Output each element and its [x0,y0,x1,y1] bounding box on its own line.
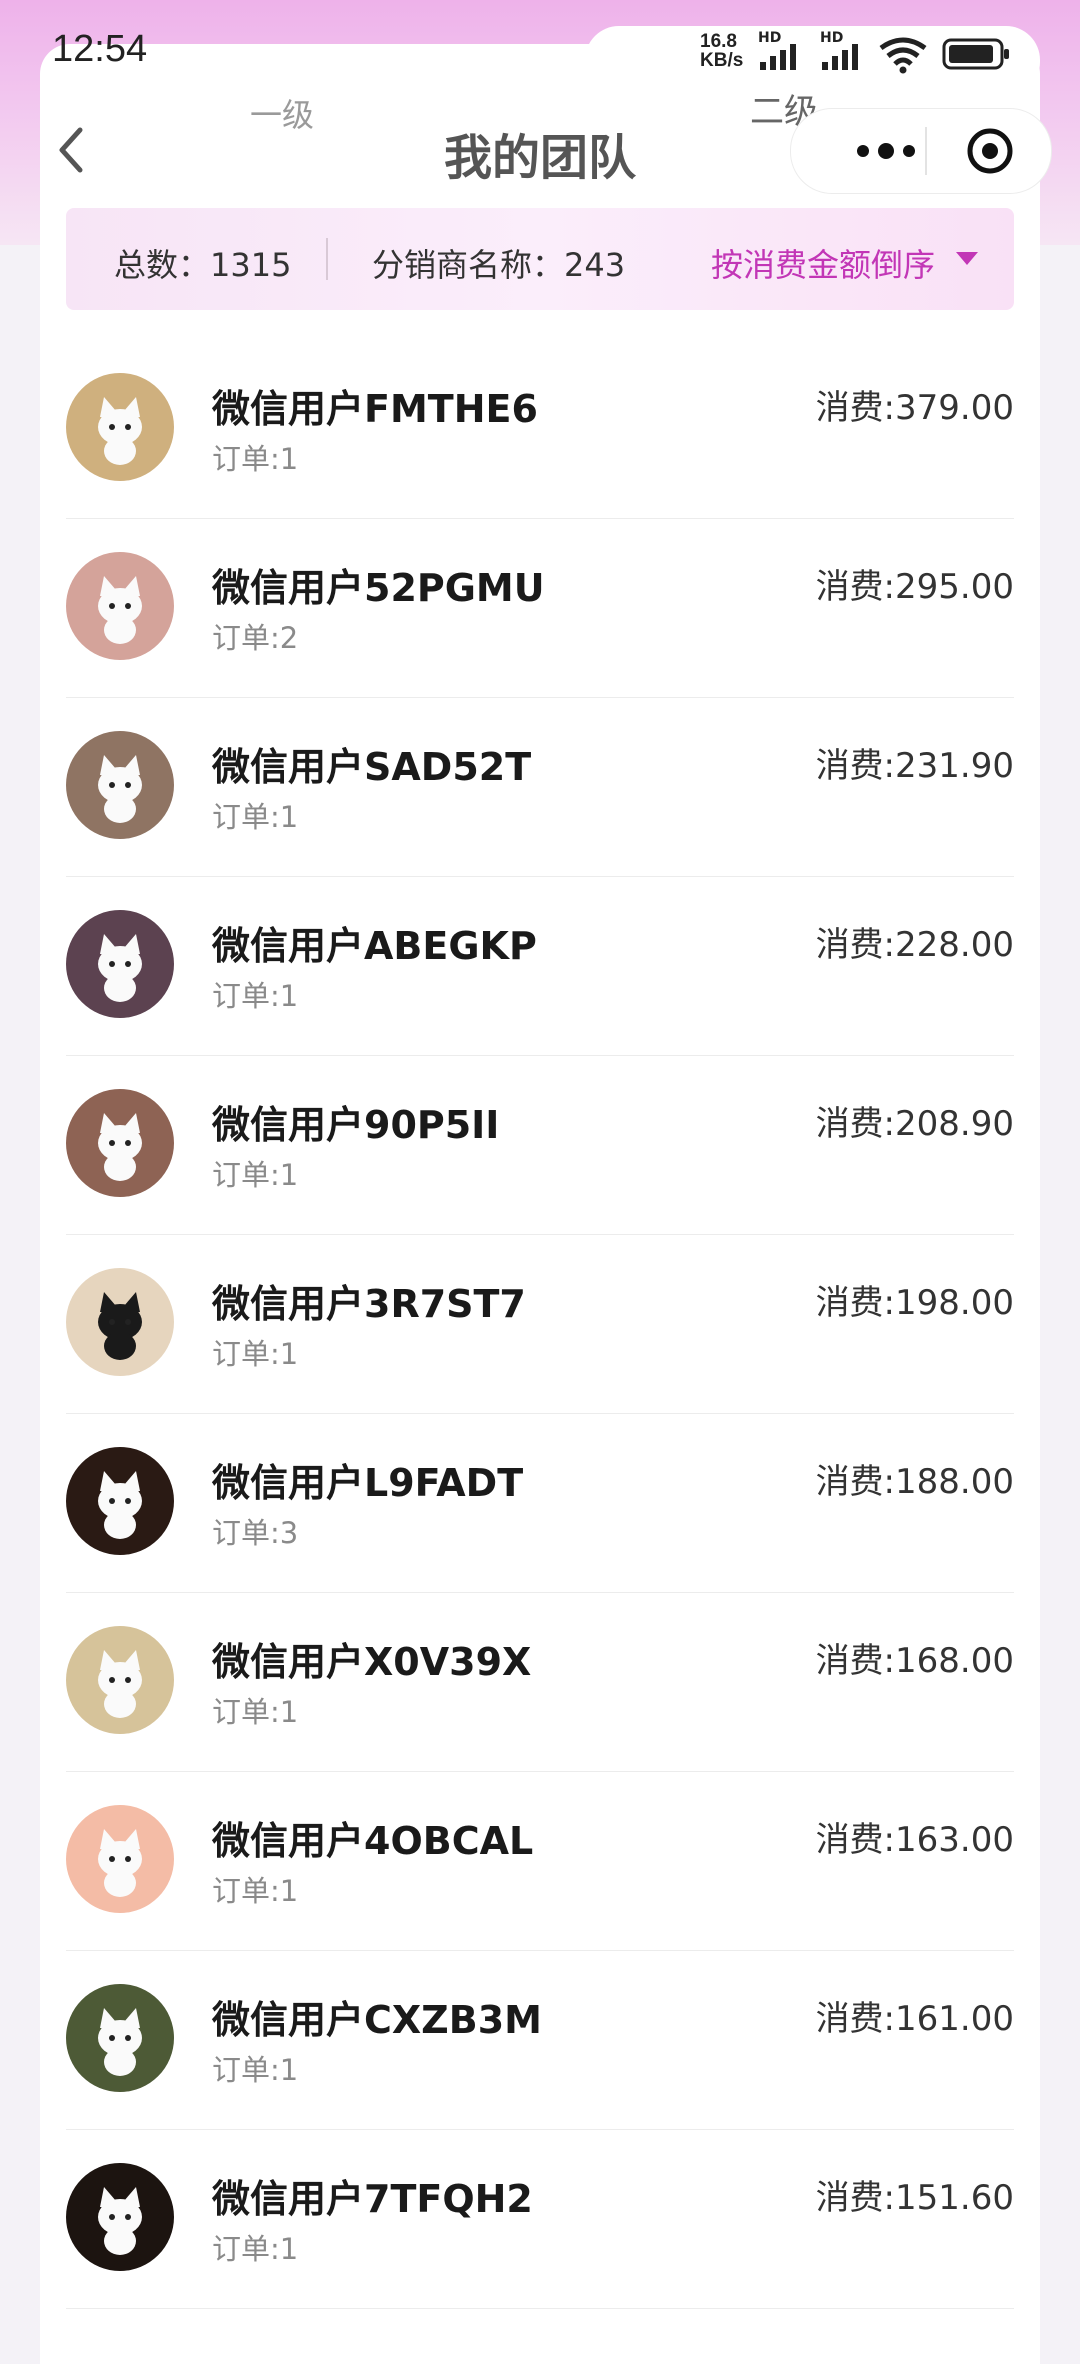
signal-icon [760,44,796,70]
laptop-cat-avatar [66,1805,174,1913]
member-name: 微信用户52PGMU [212,566,545,610]
member-spend-label: 消费: [815,925,896,965]
fox-avatar [66,2163,174,2271]
member-orders: 订单:1 [212,979,299,1013]
member-spend: 消费:198.00 [816,1275,1014,1324]
member-row[interactable]: 微信用户FMTHE6 订单:1 消费:379.00 [66,340,1014,519]
member-spend-label: 消费: [815,1999,896,2039]
network-speed: 16.8 KB/s [700,32,743,70]
member-row[interactable]: 微信用户90P5II 订单:1 消费:208.90 [66,1056,1014,1235]
koala-avatar [66,1626,174,1734]
summary-bar: 总数：1315 分销商名称：243 按消费金额倒序 [66,208,1014,310]
member-spend-value: 295.00 [895,567,1014,607]
member-row[interactable]: 微信用户4OBCAL 订单:1 消费:163.00 [66,1772,1014,1951]
member-spend-value: 161.00 [895,1999,1014,2039]
member-spend-value: 231.90 [895,746,1014,786]
member-orders: 订单:1 [212,442,299,476]
member-name: 微信用户SAD52T [212,745,532,789]
member-orders: 订单:1 [212,1695,299,1729]
member-spend-value: 198.00 [895,1283,1014,1323]
member-name: 微信用户3R7ST7 [212,1282,526,1326]
member-row[interactable]: 微信用户CXZB3M 订单:1 消费:161.00 [66,1951,1014,2130]
member-orders: 订单:1 [212,2232,299,2266]
sort-dropdown[interactable]: 按消费金额倒序 [711,240,935,286]
signal-icon [822,44,858,70]
member-spend-value: 151.60 [895,2178,1014,2218]
member-name: 微信用户90P5II [212,1103,500,1147]
member-spend-label: 消费: [815,1820,896,1860]
member-orders: 订单:1 [212,800,299,834]
member-name: 微信用户7TFQH2 [212,2177,533,2221]
member-name: 微信用户L9FADT [212,1461,524,1505]
member-row[interactable]: 微信用户ABEGKP 订单:1 消费:228.00 [66,877,1014,1056]
member-spend-label: 消费: [815,1462,896,1502]
blue-cat-avatar [66,731,174,839]
member-orders: 订单:3 [212,1516,299,1550]
distributor-count: 分销商名称：243 [372,246,626,284]
member-spend-value: 379.00 [895,388,1014,428]
member-spend-label: 消费: [815,567,896,607]
member-orders: 订单:1 [212,1874,299,1908]
member-spend: 消费:228.00 [816,917,1014,966]
battery-icon [942,38,1009,70]
network-speed-unit: KB/s [700,50,744,71]
member-spend: 消费:161.00 [816,1991,1014,2040]
capsule-divider [925,127,927,175]
member-spend-value: 163.00 [895,1820,1014,1860]
member-list: 微信用户FMTHE6 订单:1 消费:379.00 微信用户52PGMU 订单:2 消费:… [66,340,1014,2309]
member-row[interactable]: 微信用户SAD52T 订单:1 消费:231.90 [66,698,1014,877]
black-cat-avatar [66,1268,174,1376]
deer-forest-avatar [66,1984,174,2092]
member-name: 微信用户FMTHE6 [212,387,538,431]
member-spend-label: 消费: [815,1104,896,1144]
member-orders: 订单:1 [212,2053,299,2087]
member-spend: 消费:295.00 [816,559,1014,608]
member-spend: 消费:188.00 [816,1454,1014,1503]
member-spend-value: 228.00 [895,925,1014,965]
bowtie-cat-avatar [66,910,174,1018]
wifi-icon [879,37,927,74]
member-spend: 消费:231.90 [816,738,1014,787]
member-row[interactable]: 微信用户L9FADT 订单:3 消费:188.00 [66,1414,1014,1593]
member-spend-label: 消费: [815,388,896,428]
member-name: 微信用户X0V39X [212,1640,532,1684]
white-cat-avatar [66,373,174,481]
member-spend-value: 188.00 [895,1462,1014,1502]
member-name: 微信用户CXZB3M [212,1998,542,2042]
status-time: 12:54 [52,28,148,70]
member-row[interactable]: 微信用户X0V39X 订单:1 消费:168.00 [66,1593,1014,1772]
member-row[interactable]: 微信用户52PGMU 订单:2 消费:295.00 [66,519,1014,698]
member-name: 微信用户ABEGKP [212,924,537,968]
member-spend: 消费:151.60 [816,2170,1014,2219]
member-spend: 消费:168.00 [816,1633,1014,1682]
capsule-close-icon[interactable] [966,127,1014,175]
summary-divider [326,238,328,280]
member-spend-label: 消费: [815,1641,896,1681]
member-spend-value: 168.00 [895,1641,1014,1681]
member-spend-label: 消费: [815,746,896,786]
capybara-avatar [66,1447,174,1555]
member-orders: 订单:1 [212,1158,299,1192]
member-spend-value: 208.90 [895,1104,1014,1144]
member-spend: 消费:379.00 [816,380,1014,429]
white-cat-avatar [66,552,174,660]
member-spend: 消费:163.00 [816,1812,1014,1861]
member-row[interactable]: 微信用户7TFQH2 订单:1 消费:151.60 [66,2130,1014,2309]
more-dots-icon[interactable] [851,129,921,173]
miniprogram-capsule [790,108,1052,194]
member-row[interactable]: 微信用户3R7ST7 订单:1 消费:198.00 [66,1235,1014,1414]
caret-down-icon[interactable] [956,252,978,265]
network-speed-value: 16.8 [700,31,737,52]
member-spend-label: 消费: [815,2178,896,2218]
member-name: 微信用户4OBCAL [212,1819,534,1863]
sitting-cat-avatar [66,1089,174,1197]
total-count: 总数：1315 [114,246,292,284]
member-spend: 消费:208.90 [816,1096,1014,1145]
member-spend-label: 消费: [815,1283,896,1323]
member-orders: 订单:2 [212,621,299,655]
member-orders: 订单:1 [212,1337,299,1371]
